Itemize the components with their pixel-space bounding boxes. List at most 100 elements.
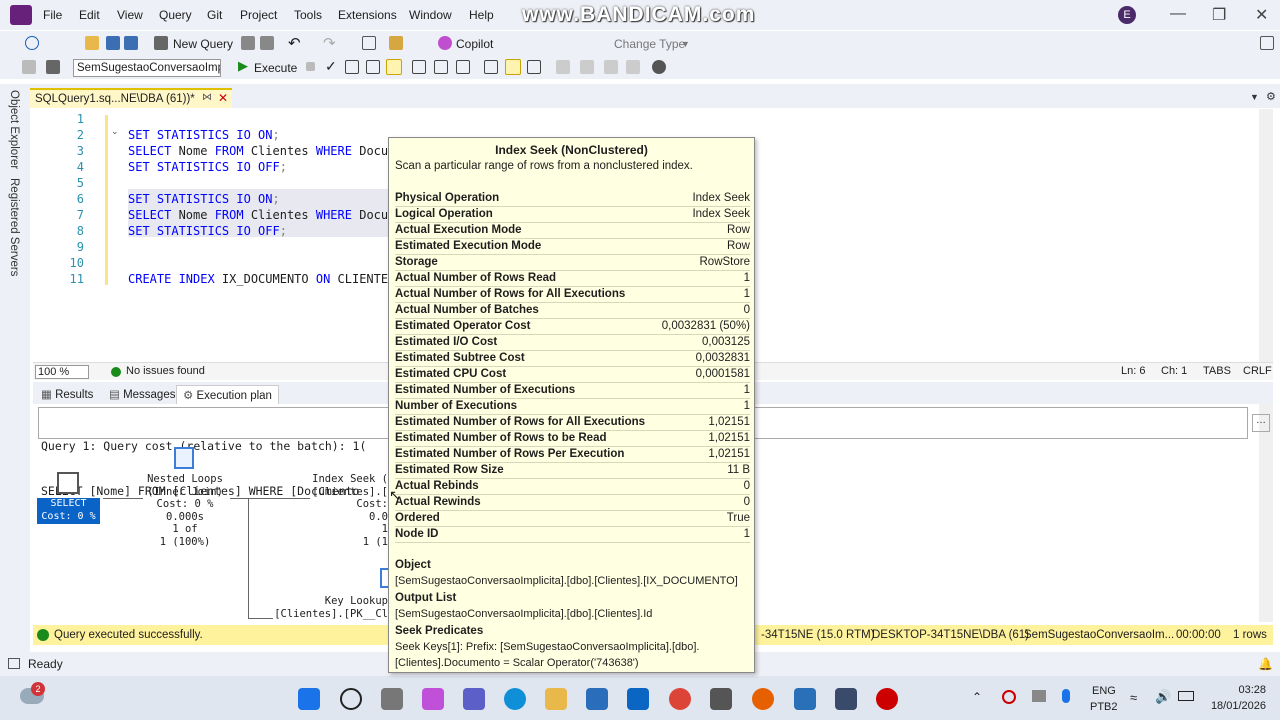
- uncomment-icon[interactable]: [580, 60, 594, 74]
- menu-git[interactable]: Git: [207, 8, 222, 22]
- select-operator-icon[interactable]: [57, 472, 79, 494]
- results-to-text-icon[interactable]: [456, 60, 470, 74]
- language-code[interactable]: ENG: [1092, 685, 1116, 697]
- tab-sqlquery1[interactable]: SQLQuery1.sq...NE\DBA (61))* ⋈ ✕: [30, 88, 232, 108]
- microphone-icon[interactable]: [1062, 689, 1070, 703]
- database-query-icon[interactable]: [241, 36, 255, 50]
- menu-window[interactable]: Window: [409, 8, 452, 22]
- menu-help[interactable]: Help: [469, 8, 494, 22]
- comment-icon[interactable]: [556, 60, 570, 74]
- app2-icon[interactable]: [835, 688, 857, 710]
- activity-monitor-icon[interactable]: [362, 36, 376, 50]
- change-type-button[interactable]: Change Type: [614, 37, 685, 51]
- key-lookup-node[interactable]: Key Lookup [Clientes].[PK__Cl: [270, 595, 388, 620]
- query-options-icon[interactable]: [366, 60, 380, 74]
- battery-icon[interactable]: [1178, 691, 1194, 701]
- restore-icon[interactable]: ❐: [1212, 5, 1226, 25]
- teams-icon[interactable]: [463, 688, 485, 710]
- indent-mode[interactable]: TABS: [1203, 365, 1231, 377]
- open-folder-icon[interactable]: [85, 36, 99, 50]
- results-to-file-icon[interactable]: [527, 60, 541, 74]
- code-line[interactable]: SET STATISTICS IO OFF;: [128, 160, 287, 174]
- clock-time[interactable]: 03:28: [1210, 684, 1266, 696]
- client-statistics-icon[interactable]: [434, 60, 448, 74]
- save-icon[interactable]: [106, 36, 120, 50]
- menu-project[interactable]: Project: [240, 8, 277, 22]
- line-ending[interactable]: CRLF: [1243, 365, 1272, 377]
- stop-icon[interactable]: [306, 62, 315, 71]
- save-all-icon[interactable]: [124, 36, 138, 50]
- specify-values-icon[interactable]: [652, 60, 666, 74]
- live-statistics-icon[interactable]: [412, 60, 426, 74]
- menu-view[interactable]: View: [117, 8, 143, 22]
- feedback-icon[interactable]: [1260, 36, 1274, 50]
- copilot-icon[interactable]: [438, 36, 452, 50]
- back-icon[interactable]: [25, 36, 39, 50]
- tab-results[interactable]: ▦ Results: [35, 385, 99, 404]
- ssms-taskbar-icon[interactable]: [794, 688, 816, 710]
- code-line[interactable]: CREATE INDEX IX_DOCUMENTO ON CLIENTES: [128, 272, 395, 286]
- chrome-icon[interactable]: [669, 688, 691, 710]
- tab-overflow-icon[interactable]: ▼: [1250, 92, 1259, 102]
- copilot-app-icon[interactable]: [422, 688, 444, 710]
- change-connection-icon[interactable]: [46, 60, 60, 74]
- nested-loops-icon[interactable]: [174, 447, 194, 469]
- file-explorer-icon[interactable]: [545, 688, 567, 710]
- wifi-icon[interactable]: ≈: [1130, 690, 1137, 705]
- results-grid-active-icon[interactable]: [505, 59, 521, 75]
- menu-file[interactable]: File: [43, 8, 62, 22]
- code-line[interactable]: SELECT Nome FROM Clientes WHERE Docum: [128, 144, 395, 158]
- keyboard-layout[interactable]: PTB2: [1090, 701, 1118, 713]
- tray-app-icon[interactable]: [1032, 690, 1046, 702]
- more-options-icon[interactable]: …: [1252, 414, 1270, 432]
- notifications-icon[interactable]: 🔔: [1258, 657, 1273, 671]
- results-to-grid-icon[interactable]: [484, 60, 498, 74]
- index-seek-node[interactable]: Index Seek ( [Clientes].[ Cost: 0.0 1 1 …: [300, 473, 388, 548]
- close-icon[interactable]: ✕: [1255, 5, 1268, 25]
- tray-chevron-icon[interactable]: ⌃: [972, 690, 982, 704]
- menu-tools[interactable]: Tools: [294, 8, 322, 22]
- clock-date[interactable]: 18/01/2026: [1200, 700, 1266, 712]
- code-line[interactable]: SELECT Nome FROM Clientes WHERE Docu: [128, 208, 388, 222]
- app-icon[interactable]: [710, 688, 732, 710]
- increase-indent-icon[interactable]: [626, 60, 640, 74]
- include-actual-plan-icon[interactable]: [386, 59, 402, 75]
- editor-vertical-scrollbar[interactable]: [1259, 109, 1273, 362]
- select-node[interactable]: SELECT Cost: 0 %: [37, 498, 100, 524]
- search-icon[interactable]: [340, 688, 362, 710]
- menu-query[interactable]: Query: [159, 8, 192, 22]
- object-explorer-tab[interactable]: Object Explorer: [8, 90, 20, 169]
- bandicam-icon[interactable]: [876, 688, 898, 710]
- avatar[interactable]: E: [1118, 6, 1136, 24]
- database-select[interactable]: SemSugestaoConversaoImp: [73, 59, 221, 77]
- tab-execution-plan[interactable]: ⚙ Execution plan: [176, 385, 279, 404]
- outlook-icon[interactable]: [627, 688, 649, 710]
- output-icon[interactable]: [8, 658, 20, 669]
- pin-icon[interactable]: ⋈: [202, 92, 212, 103]
- store-icon[interactable]: [586, 688, 608, 710]
- analysis-icon[interactable]: [260, 36, 274, 50]
- properties-icon[interactable]: [389, 36, 403, 50]
- firefox-icon[interactable]: [752, 688, 774, 710]
- redo-icon[interactable]: ↷: [323, 34, 336, 52]
- tab-messages[interactable]: ▤ Messages: [103, 385, 181, 404]
- key-lookup-icon[interactable]: [380, 568, 388, 588]
- menu-extensions[interactable]: Extensions: [338, 8, 397, 22]
- volume-icon[interactable]: 🔊: [1155, 689, 1171, 705]
- start-icon[interactable]: [298, 688, 320, 710]
- close-tab-icon[interactable]: ✕: [218, 91, 228, 105]
- nested-loops-node[interactable]: Nested Loops (Inner Join) Cost: 0 % 0.00…: [130, 473, 240, 548]
- connect-icon[interactable]: [22, 60, 36, 74]
- plan-vertical-scrollbar[interactable]: [1259, 404, 1273, 622]
- task-view-icon[interactable]: [381, 688, 403, 710]
- collapse-icon[interactable]: ⌄: [111, 126, 119, 137]
- decrease-indent-icon[interactable]: [604, 60, 618, 74]
- menu-edit[interactable]: Edit: [79, 8, 100, 22]
- execute-button[interactable]: Execute: [254, 61, 297, 75]
- code-line[interactable]: SET STATISTICS IO OFF;: [128, 224, 287, 238]
- new-query-button[interactable]: New Query: [173, 37, 233, 51]
- parse-checkmark-icon[interactable]: ✓: [325, 58, 337, 75]
- chevron-down-icon[interactable]: ▼: [681, 39, 690, 49]
- undo-icon[interactable]: ↶: [288, 34, 301, 52]
- issues-status[interactable]: No issues found: [126, 365, 205, 377]
